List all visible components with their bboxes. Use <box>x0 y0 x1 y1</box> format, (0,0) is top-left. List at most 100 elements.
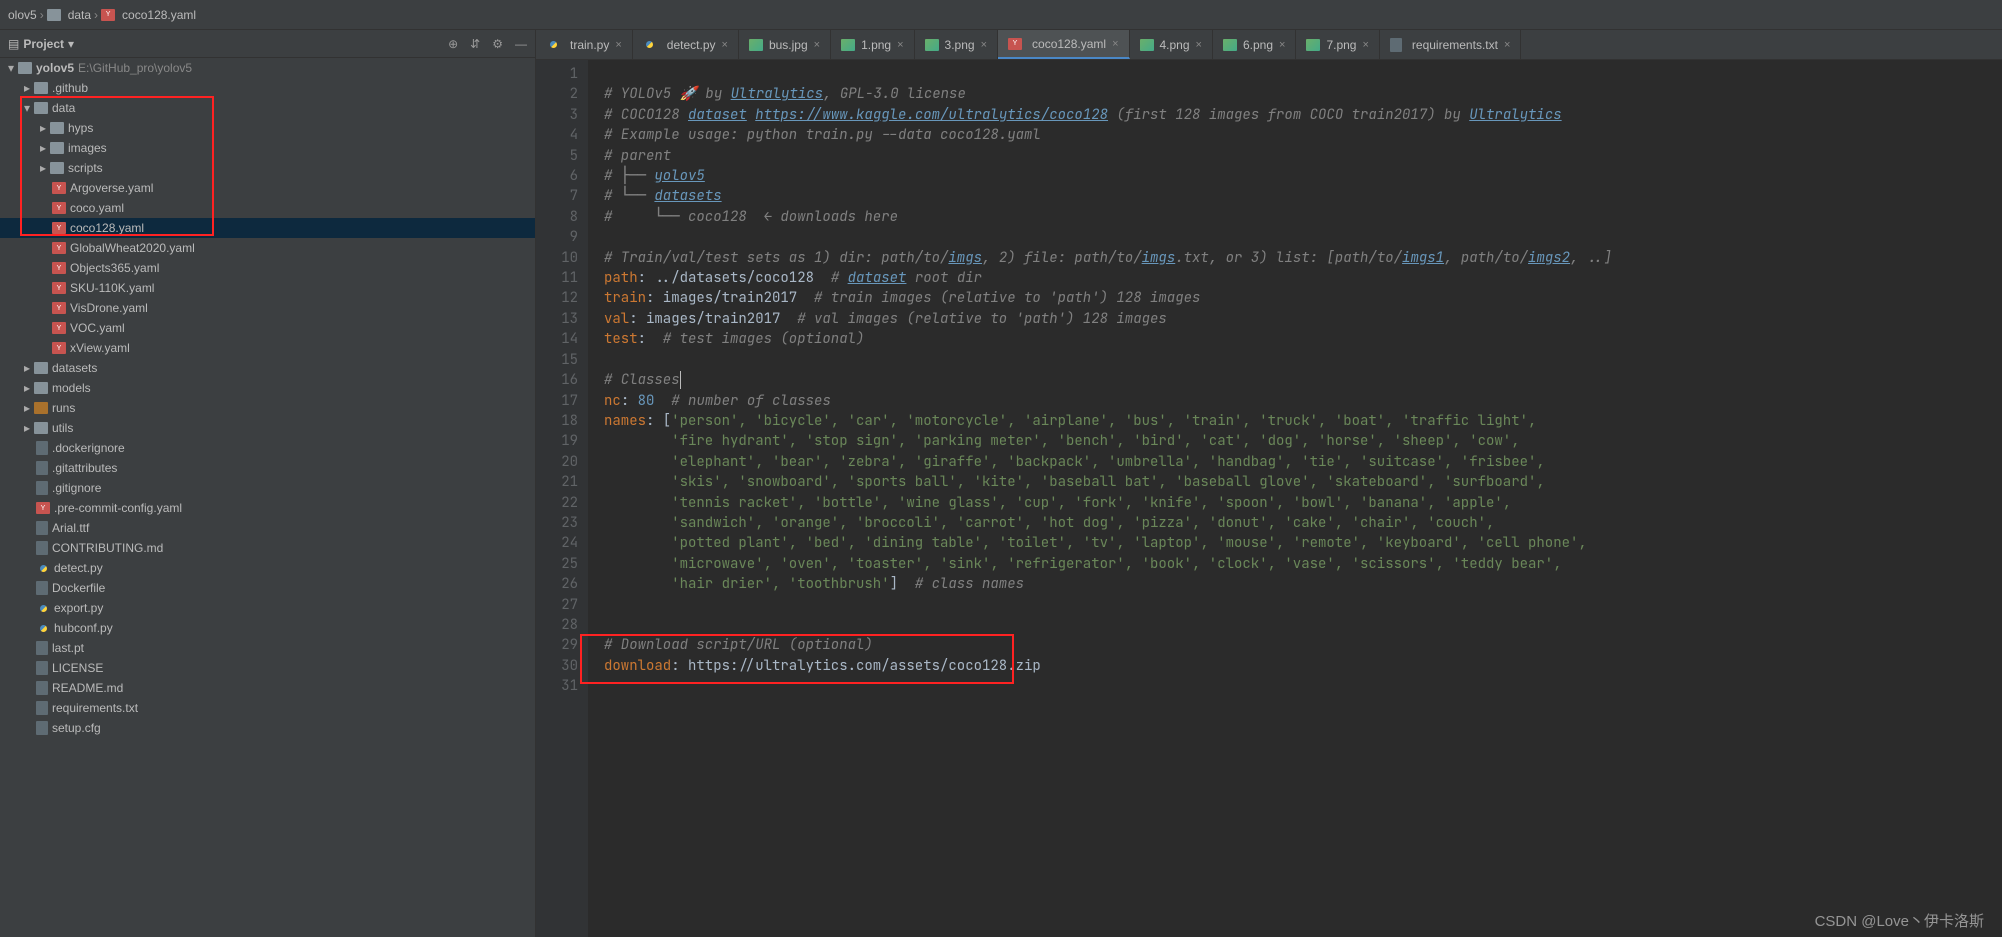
folder-icon <box>47 9 61 21</box>
close-icon[interactable]: × <box>1112 38 1118 50</box>
tab-bus[interactable]: bus.jpg× <box>739 30 831 59</box>
close-icon[interactable]: × <box>897 39 903 51</box>
dropdown-icon[interactable]: ▾ <box>68 37 74 51</box>
font-icon <box>36 521 48 535</box>
collapse-icon[interactable]: — <box>515 37 527 51</box>
tree-license[interactable]: LICENSE <box>0 658 535 678</box>
tree-scripts[interactable]: ▸scripts <box>0 158 535 178</box>
tree-visdrone[interactable]: YVisDrone.yaml <box>0 298 535 318</box>
tree-objects365[interactable]: YObjects365.yaml <box>0 258 535 278</box>
tree-datasets[interactable]: ▸datasets <box>0 358 535 378</box>
tree-github[interactable]: ▸.github <box>0 78 535 98</box>
tree-xview[interactable]: YxView.yaml <box>0 338 535 358</box>
crumb-root[interactable]: olov5 <box>8 8 37 22</box>
filter-icon[interactable]: ⇵ <box>470 37 480 51</box>
project-tree[interactable]: ▾yolov5E:\GitHub_pro\yolov5 ▸.github ▾da… <box>0 58 535 937</box>
close-icon[interactable]: × <box>1279 39 1285 51</box>
tree-runs[interactable]: ▸runs <box>0 398 535 418</box>
tree-setup[interactable]: setup.cfg <box>0 718 535 738</box>
gear-icon[interactable]: ⚙ <box>492 37 503 51</box>
folder-icon <box>50 142 64 154</box>
code-editor[interactable]: 1234567891011121314151617181920212223242… <box>536 60 2002 937</box>
tree-export[interactable]: export.py <box>0 598 535 618</box>
tree-voc[interactable]: YVOC.yaml <box>0 318 535 338</box>
tree-hubconf[interactable]: hubconf.py <box>0 618 535 638</box>
yaml-icon: Y <box>52 342 66 354</box>
close-icon[interactable]: × <box>814 39 820 51</box>
tree-arial[interactable]: Arial.ttf <box>0 518 535 538</box>
folder-icon <box>34 382 48 394</box>
md-icon <box>36 681 48 695</box>
close-icon[interactable]: × <box>1362 39 1368 51</box>
tab-detect[interactable]: detect.py× <box>633 30 739 59</box>
file-icon <box>36 641 48 655</box>
txt-icon <box>36 701 48 715</box>
python-icon <box>36 621 50 635</box>
image-icon <box>1223 39 1237 51</box>
tree-dockerignore[interactable]: .dockerignore <box>0 438 535 458</box>
folder-icon <box>34 402 48 414</box>
yaml-icon: Y <box>52 262 66 274</box>
tree-gitattributes[interactable]: .gitattributes <box>0 458 535 478</box>
tab-6png[interactable]: 6.png× <box>1213 30 1296 59</box>
tree-detect[interactable]: detect.py <box>0 558 535 578</box>
tree-requirements[interactable]: requirements.txt <box>0 698 535 718</box>
crumb-data[interactable]: data <box>68 8 91 22</box>
chevron-right-icon: › <box>40 8 44 22</box>
tab-train[interactable]: train.py× <box>536 30 633 59</box>
python-icon <box>36 601 50 615</box>
file-icon <box>36 441 48 455</box>
image-icon <box>925 39 939 51</box>
yaml-icon: Y <box>52 222 66 234</box>
tab-1png[interactable]: 1.png× <box>831 30 914 59</box>
folder-icon <box>34 82 48 94</box>
tree-lastpt[interactable]: last.pt <box>0 638 535 658</box>
close-icon[interactable]: × <box>1504 39 1510 51</box>
tree-coco128[interactable]: Ycoco128.yaml <box>0 218 535 238</box>
yaml-icon: Y <box>52 282 66 294</box>
tab-requirements[interactable]: requirements.txt× <box>1380 30 1521 59</box>
code-content[interactable]: # YOLOv5 🚀 by Ultralytics, GPL-3.0 licen… <box>588 60 2002 937</box>
tree-argoverse[interactable]: YArgoverse.yaml <box>0 178 535 198</box>
folder-icon <box>34 422 48 434</box>
tree-dockerfile[interactable]: Dockerfile <box>0 578 535 598</box>
tree-gitignore[interactable]: .gitignore <box>0 478 535 498</box>
tree-sku[interactable]: YSKU-110K.yaml <box>0 278 535 298</box>
close-icon[interactable]: × <box>981 39 987 51</box>
tree-utils[interactable]: ▸utils <box>0 418 535 438</box>
tree-models[interactable]: ▸models <box>0 378 535 398</box>
file-icon <box>36 481 48 495</box>
tree-root[interactable]: ▾yolov5E:\GitHub_pro\yolov5 <box>0 58 535 78</box>
image-icon <box>749 39 763 51</box>
project-title[interactable]: Project <box>23 37 64 51</box>
tree-data[interactable]: ▾data <box>0 98 535 118</box>
tab-7png[interactable]: 7.png× <box>1296 30 1379 59</box>
target-icon[interactable]: ⊕ <box>448 37 458 51</box>
yaml-icon: Y <box>52 182 66 194</box>
folder-icon <box>34 102 48 114</box>
close-icon[interactable]: × <box>1196 39 1202 51</box>
crumb-file[interactable]: coco128.yaml <box>122 8 196 22</box>
image-icon <box>1140 39 1154 51</box>
tab-coco128[interactable]: Ycoco128.yaml× <box>998 30 1129 59</box>
tree-readme[interactable]: README.md <box>0 678 535 698</box>
tab-4png[interactable]: 4.png× <box>1130 30 1213 59</box>
yaml-icon: Y <box>52 202 66 214</box>
file-icon <box>36 661 48 675</box>
folder-icon <box>50 162 64 174</box>
yaml-icon: Y <box>52 242 66 254</box>
tab-3png[interactable]: 3.png× <box>915 30 998 59</box>
close-icon[interactable]: × <box>615 39 621 51</box>
close-icon[interactable]: × <box>722 39 728 51</box>
yaml-icon: Y <box>36 502 50 514</box>
md-icon <box>36 541 48 555</box>
tree-contributing[interactable]: CONTRIBUTING.md <box>0 538 535 558</box>
project-header: ▤ Project ▾ ⊕ ⇵ ⚙ — <box>0 30 535 58</box>
tree-coco[interactable]: Ycoco.yaml <box>0 198 535 218</box>
tree-precommit[interactable]: Y.pre-commit-config.yaml <box>0 498 535 518</box>
tree-hyps[interactable]: ▸hyps <box>0 118 535 138</box>
tree-globalwheat[interactable]: YGlobalWheat2020.yaml <box>0 238 535 258</box>
tree-images[interactable]: ▸images <box>0 138 535 158</box>
python-icon <box>36 561 50 575</box>
yaml-icon: Y <box>101 9 115 21</box>
